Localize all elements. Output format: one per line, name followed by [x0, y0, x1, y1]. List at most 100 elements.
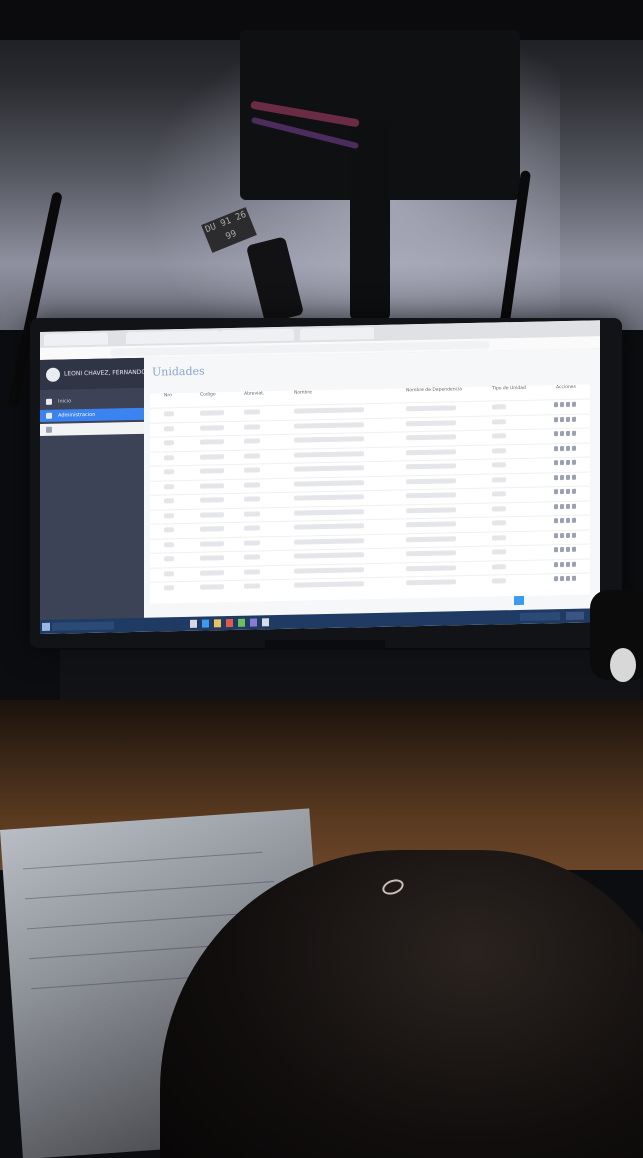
- table-cell: [244, 467, 260, 473]
- row-action-icon[interactable]: [566, 575, 570, 581]
- row-action-icon[interactable]: [566, 503, 570, 509]
- row-action-icon[interactable]: [572, 532, 576, 538]
- row-action-icon[interactable]: [566, 416, 570, 422]
- row-action-icon[interactable]: [566, 430, 570, 436]
- row-action-icon[interactable]: [560, 503, 564, 509]
- pagination-button[interactable]: [514, 595, 524, 606]
- row-action-icon[interactable]: [554, 474, 558, 480]
- app-icon[interactable]: [250, 618, 257, 627]
- row-action-icon[interactable]: [554, 561, 558, 567]
- taskbar-search[interactable]: [52, 621, 114, 631]
- table-header-cell[interactable]: Codigo: [200, 392, 216, 397]
- row-action-icon[interactable]: [566, 532, 570, 538]
- table-cell: [164, 425, 174, 431]
- row-action-icon[interactable]: [554, 402, 558, 408]
- table-header-cell[interactable]: Nro: [164, 393, 172, 398]
- table-cell: [406, 477, 456, 484]
- table-header-cell[interactable]: Tipo de Unidad: [492, 386, 526, 392]
- row-action-icon[interactable]: [566, 546, 570, 552]
- table-cell: [294, 421, 364, 429]
- table-cell: [244, 525, 260, 531]
- photo-scene: DU 91 26 99 LEONI CHAVEZ, FERNANDO Inici…: [0, 0, 643, 1158]
- row-action-icon[interactable]: [566, 561, 570, 567]
- app-icon[interactable]: [238, 618, 245, 627]
- avatar: [46, 367, 60, 382]
- row-action-icon[interactable]: [554, 547, 558, 553]
- vertical-post: [350, 120, 390, 320]
- table-cell: [200, 584, 224, 590]
- row-action-icon[interactable]: [560, 576, 564, 582]
- sidebar-item-administracion[interactable]: Administracion: [40, 407, 144, 422]
- row-action-icon[interactable]: [554, 431, 558, 437]
- row-action-icon[interactable]: [554, 518, 558, 524]
- browser-tab[interactable]: [44, 332, 108, 346]
- row-action-icon[interactable]: [566, 401, 570, 407]
- table-cell: [200, 555, 224, 561]
- row-action-icon[interactable]: [572, 474, 576, 480]
- paper-rule: [26, 912, 257, 930]
- row-action-icon[interactable]: [554, 445, 558, 451]
- row-action-icon[interactable]: [554, 489, 558, 495]
- row-action-icon[interactable]: [572, 430, 576, 436]
- app-icon[interactable]: [262, 618, 269, 627]
- row-action-icon[interactable]: [566, 517, 570, 523]
- row-action-icon[interactable]: [554, 576, 558, 582]
- table-cell: [492, 491, 506, 497]
- chrome-icon[interactable]: [226, 618, 233, 628]
- row-action-icon[interactable]: [554, 503, 558, 509]
- row-action-icon[interactable]: [560, 460, 564, 466]
- browser-tab[interactable]: [126, 330, 220, 345]
- table-header-cell[interactable]: Acciones: [556, 385, 576, 390]
- row-action-icon[interactable]: [572, 546, 576, 552]
- windows-start-icon[interactable]: [42, 622, 50, 631]
- row-action-icon[interactable]: [566, 488, 570, 494]
- row-action-icon[interactable]: [560, 474, 564, 480]
- row-action-icon[interactable]: [560, 445, 564, 451]
- clock[interactable]: [566, 611, 584, 620]
- table-header-cell[interactable]: Abreviat.: [244, 391, 264, 396]
- table-cell: [200, 526, 224, 532]
- row-action-icon[interactable]: [572, 561, 576, 567]
- row-action-icon[interactable]: [560, 547, 564, 553]
- task-view-icon[interactable]: [190, 619, 197, 628]
- row-action-icon[interactable]: [560, 416, 564, 422]
- browser-tab[interactable]: [220, 328, 294, 343]
- table-cell: [492, 563, 506, 570]
- row-action-icon[interactable]: [554, 532, 558, 538]
- row-action-icon[interactable]: [560, 431, 564, 437]
- table-header-cell[interactable]: Nombre: [294, 390, 312, 395]
- row-action-icon[interactable]: [560, 489, 564, 495]
- table-cell: [294, 581, 364, 588]
- row-action-icon[interactable]: [560, 561, 564, 567]
- row-action-icon[interactable]: [572, 459, 576, 465]
- row-action-icon[interactable]: [566, 459, 570, 465]
- row-action-icon[interactable]: [566, 445, 570, 451]
- table-cell: [294, 407, 364, 414]
- row-action-icon[interactable]: [554, 416, 558, 422]
- file-explorer-icon[interactable]: [214, 619, 221, 628]
- monitor-screen: LEONI CHAVEZ, FERNANDO Inicio Administra…: [40, 320, 600, 634]
- browser-tab[interactable]: [300, 327, 374, 341]
- row-action-icon[interactable]: [554, 460, 558, 466]
- sidebar-item-inicio[interactable]: Inicio: [40, 394, 144, 408]
- sidebar-subitem[interactable]: [40, 421, 144, 436]
- sidebar-item-label: Inicio: [58, 398, 72, 405]
- system-tray[interactable]: [520, 612, 560, 621]
- folder-icon: [46, 412, 52, 419]
- row-action-icon[interactable]: [572, 517, 576, 523]
- row-action-icon[interactable]: [572, 503, 576, 509]
- row-action-icon[interactable]: [566, 474, 570, 480]
- row-action-icon[interactable]: [572, 575, 576, 581]
- table-cell: [164, 585, 174, 591]
- row-action-icon[interactable]: [572, 401, 576, 407]
- row-action-icon[interactable]: [572, 416, 576, 422]
- table-cell: [406, 419, 456, 426]
- row-action-icon[interactable]: [560, 532, 564, 538]
- row-action-icon[interactable]: [560, 402, 564, 408]
- table-cell: [492, 534, 506, 541]
- row-action-icon[interactable]: [560, 518, 564, 524]
- page-title: Unidades: [152, 364, 205, 379]
- edge-icon[interactable]: [202, 619, 209, 628]
- row-action-icon[interactable]: [572, 445, 576, 451]
- row-action-icon[interactable]: [572, 488, 576, 494]
